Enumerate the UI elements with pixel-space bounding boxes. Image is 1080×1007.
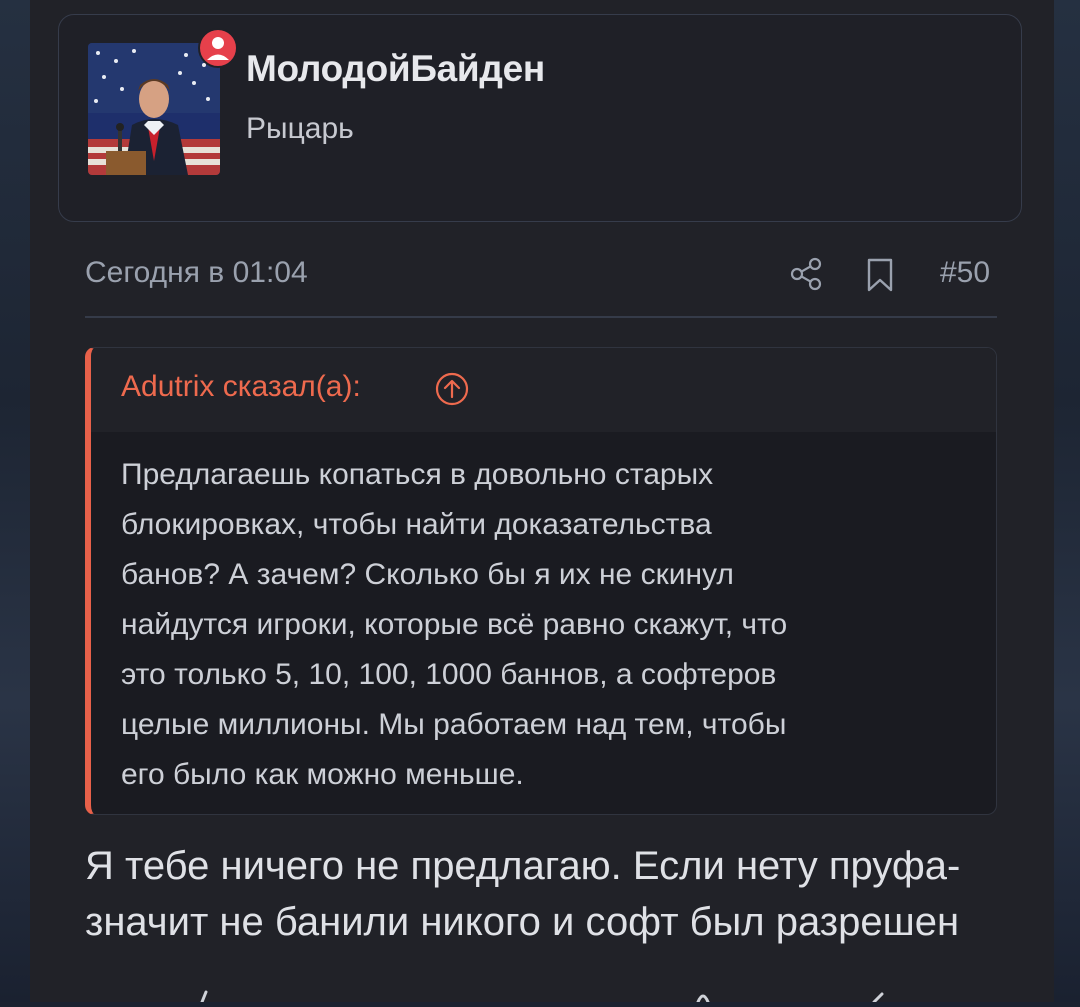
quote-line: найдутся игроки, которые всё равно скажу…: [121, 608, 788, 641]
share-icon[interactable]: [788, 256, 824, 292]
post-number-link[interactable]: #50: [940, 256, 990, 290]
quote-header: Adutrix сказал(а):: [91, 348, 996, 432]
quote-text: Предлагаешь копаться в довольно старых б…: [121, 450, 961, 800]
quote-line: блокировках, чтобы найти доказательства: [121, 508, 712, 541]
user-status-icon: [198, 28, 238, 68]
quote-line: это только 5, 10, 100, 1000 баннов, а со…: [121, 658, 777, 691]
quote-block: Adutrix сказал(а): Предлагаешь копаться …: [85, 347, 997, 815]
username[interactable]: МолодойБайден: [246, 48, 545, 90]
quote-author[interactable]: Adutrix сказал(а):: [121, 370, 361, 404]
cut-off-content: [140, 988, 900, 1004]
post-body-line: значит не банили никого и софт был разре…: [85, 900, 960, 944]
post-date[interactable]: Сегодня в 01:04: [85, 256, 308, 290]
user-rank: Рыцарь: [246, 112, 354, 145]
divider: [85, 316, 997, 318]
post-body-line: Я тебе ничего не предлагаю. Если нету пр…: [85, 844, 961, 888]
arrow-up-circle-icon[interactable]: [435, 372, 469, 406]
background-left: [0, 0, 30, 1002]
bookmark-icon[interactable]: [864, 257, 896, 293]
post-body: Я тебе ничего не предлагаю. Если нету пр…: [85, 838, 1045, 950]
quote-line: целые миллионы. Мы работаем над тем, что…: [121, 708, 787, 741]
quote-line: его было как можно меньше.: [121, 758, 524, 791]
quote-line: Предлагаешь копаться в довольно старых: [121, 458, 714, 491]
background-right: [1054, 0, 1080, 1002]
quote-line: банов? А зачем? Сколько бы я их не скину…: [121, 558, 734, 591]
